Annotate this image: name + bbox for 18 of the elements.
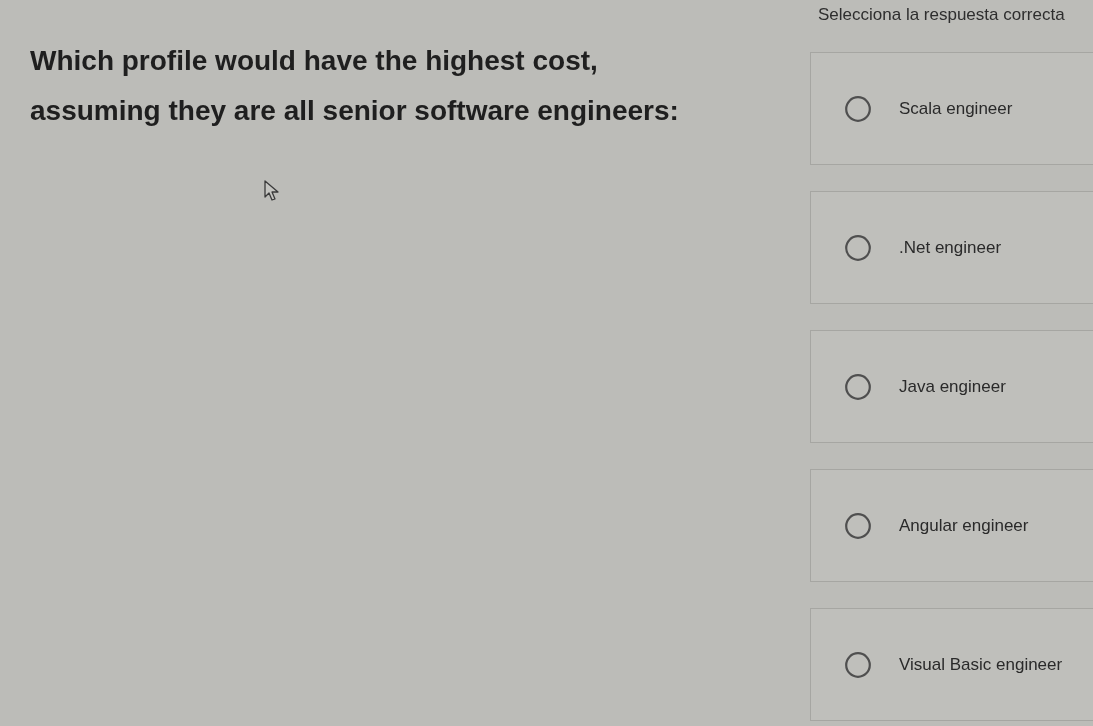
cursor-icon (264, 180, 280, 202)
answer-option[interactable]: Visual Basic engineer (810, 608, 1093, 721)
instruction-text: Selecciona la respuesta correcta (818, 5, 1065, 24)
option-label: Scala engineer (899, 97, 1013, 120)
answer-option[interactable]: Java engineer (810, 330, 1093, 443)
answer-option[interactable]: .Net engineer (810, 191, 1093, 304)
radio-icon[interactable] (845, 95, 871, 122)
question-text: Which profile would have the highest cost, assuming they are all senior software engineers: (30, 44, 680, 128)
option-label: Java engineer (899, 375, 1006, 398)
answer-option[interactable]: Angular engineer (810, 469, 1093, 582)
answer-option[interactable]: Scala engineer (810, 52, 1093, 165)
radio-icon[interactable] (845, 234, 871, 261)
option-label: .Net engineer (899, 236, 1002, 259)
radio-icon[interactable] (845, 651, 871, 678)
radio-icon[interactable] (845, 512, 871, 539)
radio-icon[interactable] (845, 373, 871, 400)
option-label: Angular engineer (899, 514, 1029, 537)
option-label: Visual Basic engineer (899, 653, 1063, 676)
